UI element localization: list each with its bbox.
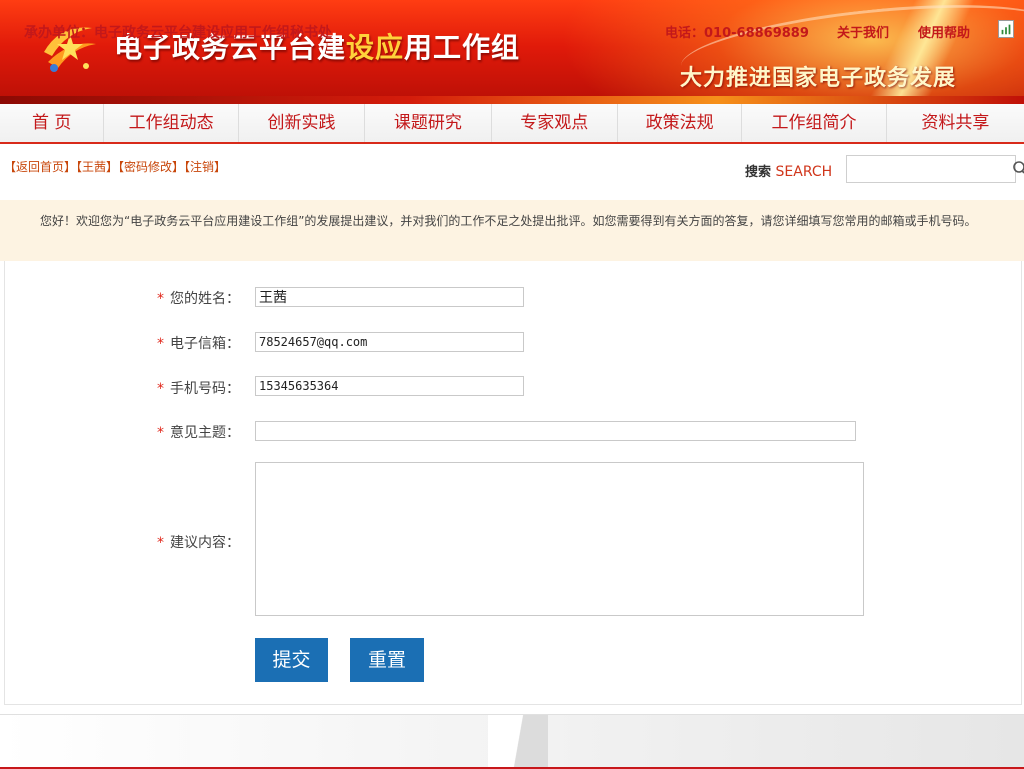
back-home-link[interactable]: 【返回首页】 bbox=[4, 160, 76, 174]
site-title-highlight: 设应 bbox=[346, 31, 404, 64]
phone-field[interactable] bbox=[255, 376, 524, 396]
search-label-cn: 搜索 bbox=[745, 165, 771, 180]
logout-link[interactable]: 【注销】 bbox=[184, 160, 226, 174]
content-label-text: 建议内容： bbox=[170, 535, 240, 551]
footer-wedge bbox=[488, 715, 548, 769]
email-field[interactable] bbox=[255, 332, 524, 352]
user-links: 【返回首页】【王茜】【密码修改】【注销】 bbox=[4, 158, 226, 175]
subject-field[interactable] bbox=[255, 421, 856, 441]
subject-label: * 意见主题： bbox=[120, 422, 240, 442]
search-label: 搜索 SEARCH bbox=[745, 161, 832, 180]
search-label-en: SEARCH bbox=[776, 164, 833, 180]
required-mark: * bbox=[157, 381, 164, 397]
nav-item-expert-views[interactable]: 专家观点 bbox=[492, 104, 618, 142]
username-link[interactable]: 【王茜】 bbox=[76, 160, 118, 174]
site-banner: 电子政务云平台建设应用工作组 大力推进国家电子政务发展 bbox=[0, 0, 1024, 104]
change-password-link[interactable]: 【密码修改】 bbox=[118, 160, 184, 174]
phone-label: * 手机号码： bbox=[120, 378, 240, 398]
search-box bbox=[846, 155, 1016, 183]
site-title-suffix: 用工作组 bbox=[404, 31, 520, 64]
required-mark: * bbox=[157, 425, 164, 441]
required-mark: * bbox=[157, 535, 164, 551]
submit-button[interactable]: 提交 bbox=[255, 638, 328, 682]
required-mark: * bbox=[157, 291, 164, 307]
stats-counter-icon[interactable] bbox=[998, 20, 1014, 38]
name-field[interactable] bbox=[255, 287, 524, 307]
name-label: * 您的姓名： bbox=[120, 288, 240, 308]
help-link[interactable]: 使用帮助 bbox=[918, 22, 970, 41]
nav-item-home[interactable]: 首 页 bbox=[0, 104, 104, 142]
suggestion-content-field[interactable] bbox=[255, 462, 864, 616]
site-footer bbox=[0, 714, 1024, 769]
feedback-notice: 您好！欢迎您为“电子政务云平台应用建设工作组”的发展提出建议，并对我们的工作不足… bbox=[0, 200, 1024, 261]
name-label-text: 您的姓名： bbox=[170, 291, 240, 307]
footer-organizer: 承办单位：电子政务云平台建设应用工作组秘书处 bbox=[24, 22, 332, 42]
nav-item-research[interactable]: 课题研究 bbox=[365, 104, 491, 142]
subject-label-text: 意见主题： bbox=[170, 425, 240, 441]
content-label: * 建议内容： bbox=[120, 532, 240, 552]
banner-bottom-stripe bbox=[0, 96, 1024, 104]
banner-slogan: 大力推进国家电子政务发展 bbox=[680, 60, 956, 92]
nav-item-about-group[interactable]: 工作组简介 bbox=[742, 104, 886, 142]
nav-item-work-group-news[interactable]: 工作组动态 bbox=[104, 104, 238, 142]
search-input[interactable] bbox=[851, 157, 1005, 183]
required-mark: * bbox=[157, 336, 164, 352]
phone-label-text: 手机号码： bbox=[170, 381, 240, 397]
email-label-text: 电子信箱： bbox=[170, 336, 240, 352]
footer-phone: 电话：010-68869889 bbox=[665, 22, 809, 41]
nav-item-innovation-practice[interactable]: 创新实践 bbox=[239, 104, 365, 142]
reset-button[interactable]: 重置 bbox=[350, 638, 424, 682]
nav-item-resources[interactable]: 资料共享 bbox=[887, 104, 1024, 142]
about-us-link[interactable]: 关于我们 bbox=[837, 22, 889, 41]
email-label: * 电子信箱： bbox=[120, 333, 240, 353]
search-icon[interactable] bbox=[1010, 161, 1024, 175]
main-nav: 首 页 工作组动态 创新实践 课题研究 专家观点 政策法规 工作组简介 资料共享 bbox=[0, 104, 1024, 144]
nav-item-policies[interactable]: 政策法规 bbox=[618, 104, 742, 142]
